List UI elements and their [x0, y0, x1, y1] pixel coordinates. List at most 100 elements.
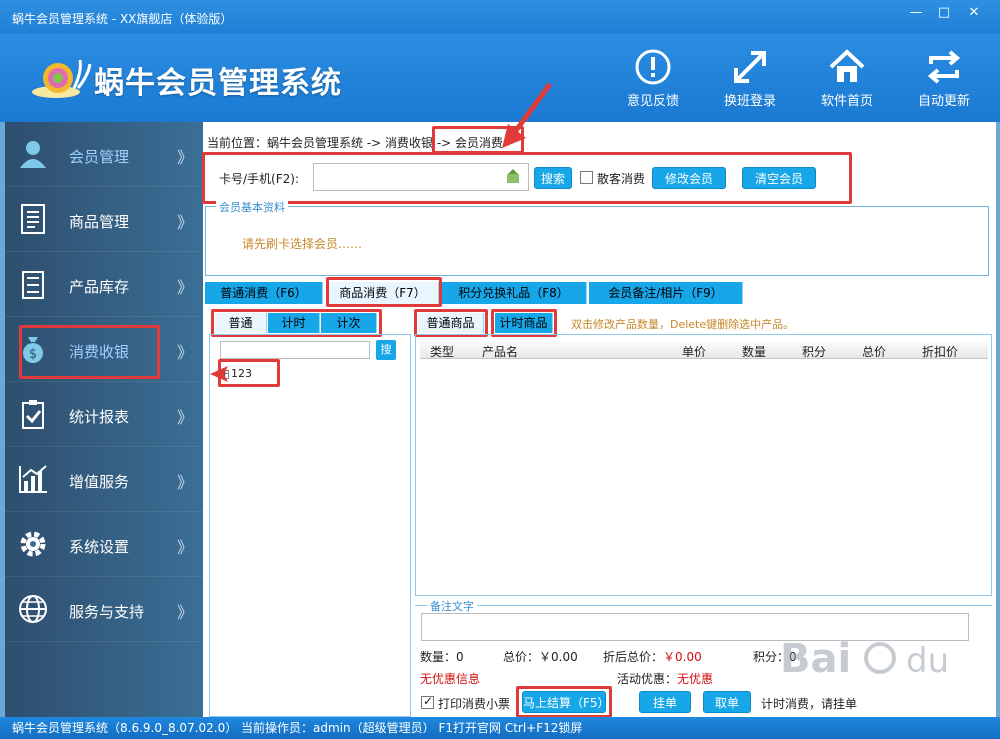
sidebar-item-checkout[interactable]: $ 消费收银 》	[5, 317, 203, 382]
print-receipt-checkbox[interactable]	[421, 694, 434, 709]
sidebar-item-settings[interactable]: 系统设置 》	[5, 512, 203, 577]
auto-update-label: 自动更新	[917, 94, 970, 109]
sidebar-item-label: 系统设置	[69, 538, 130, 556]
clear-member-button[interactable]: 清空会员	[742, 167, 816, 189]
sidebar-item-label: 消费收银	[69, 343, 130, 361]
home-label: 软件首页	[820, 94, 873, 109]
title-bar: 蜗牛会员管理系统 - XX旗舰店（体验版） — □ ✕	[0, 0, 1000, 34]
card-phone-input[interactable]	[313, 163, 529, 191]
member-info-panel: 会员基本资料 请先刷卡选择会员……	[205, 199, 989, 276]
sidebar-item-goods[interactable]: 商品管理 》	[5, 187, 203, 252]
subtab-count[interactable]: 计次	[321, 313, 377, 333]
refresh-icon	[927, 50, 961, 84]
subtab-timed-goods[interactable]: 计时商品	[495, 313, 553, 333]
column-header[interactable]: 积分	[802, 343, 826, 360]
remark-legend: 备注文字	[427, 598, 477, 614]
column-header[interactable]: 总价	[862, 343, 886, 360]
chevron-right-icon: 》	[177, 343, 194, 362]
tab-goods-consume[interactable]: 商品消费（F7）	[327, 282, 439, 304]
clipboard-icon	[22, 400, 44, 429]
checkout-button[interactable]: 马上结算（F5）	[522, 691, 610, 713]
column-header[interactable]: 类型	[430, 343, 454, 360]
sidebar-item-inventory[interactable]: 产品库存 》	[5, 252, 203, 317]
app-window: 蜗牛会员管理系统 - XX旗舰店（体验版） — □ ✕ 蜗牛会员管理系统 意见反…	[0, 0, 1000, 739]
search-button[interactable]: 搜索	[534, 167, 572, 189]
watermark-logo-icon: Bai du	[780, 636, 949, 682]
grid-header: 类型 产品名 单价 数量 积分 总价 折扣价	[420, 341, 988, 359]
info-icon	[635, 49, 671, 85]
tab-points-exchange[interactable]: 积分兑换礼品（F8）	[441, 282, 587, 304]
walkin-checkbox[interactable]	[580, 171, 593, 184]
close-button[interactable]: ✕	[964, 6, 984, 22]
sidebar-item-support[interactable]: 服务与支持 》	[5, 577, 203, 642]
subtab-normal[interactable]: 普通	[215, 313, 267, 333]
column-header[interactable]: 产品名	[482, 343, 518, 360]
snail-logo-icon	[32, 59, 92, 98]
gear-icon	[20, 531, 46, 557]
column-header[interactable]: 数量	[742, 343, 766, 360]
tab-member-remark[interactable]: 会员备注/相片（F9）	[589, 282, 743, 304]
globe-icon	[19, 595, 47, 623]
activity-label: 活动优惠：	[617, 672, 678, 686]
column-header[interactable]: 折扣价	[922, 343, 958, 360]
feedback-label: 意见反馈	[626, 94, 679, 109]
home-button[interactable]: 软件首页	[812, 48, 882, 109]
tab-normal-consume[interactable]: 普通消费（F6）	[205, 282, 323, 304]
sidebar: 会员管理 》 商品管理 》 产品库存 》 $ 消费收银 》 统计报表 》 增值服…	[5, 122, 203, 717]
member-hint: 请先刷卡选择会员……	[242, 237, 363, 251]
grid-hint: 双击修改产品数量，Delete键删除选中产品。	[571, 318, 795, 331]
status-text: 蜗牛会员管理系统（8.6.9.0_8.07.02.0） 当前操作员：admin（…	[12, 721, 583, 735]
svg-text:Bai: Bai	[780, 636, 851, 682]
take-order-button[interactable]: 取单	[703, 691, 751, 713]
app-logo-text: 蜗牛会员管理系统	[94, 66, 342, 101]
expand-arrows-icon	[734, 51, 766, 83]
chart-icon	[19, 465, 47, 493]
card-phone-label: 卡号/手机(F2):	[219, 172, 299, 186]
auto-update-button[interactable]: 自动更新	[909, 48, 979, 109]
money-bag-icon: $	[23, 337, 43, 363]
sidebar-item-value-added[interactable]: 增值服务 》	[5, 447, 203, 512]
sidebar-item-label: 会员管理	[69, 148, 130, 166]
total-stat: 总价：￥0.00	[503, 650, 578, 664]
shift-login-button[interactable]: 换班登录	[715, 48, 785, 109]
walkin-label: 散客消费	[597, 172, 646, 186]
feedback-button[interactable]: 意见反馈	[618, 48, 688, 109]
sidebar-item-reports[interactable]: 统计报表 》	[5, 382, 203, 447]
edit-member-button[interactable]: 修改会员	[652, 167, 726, 189]
discount-total-stat: 折后总价：￥0.00	[603, 648, 702, 665]
print-receipt-label: 打印消费小票	[438, 697, 511, 711]
activity-stat: 活动优惠：无优惠	[617, 670, 713, 687]
breadcrumb: 当前位置：蜗牛会员管理系统 -> 消费收银 -> 会员消费	[207, 136, 504, 150]
no-discount-info: 无优惠信息	[420, 672, 481, 686]
svg-text:du: du	[906, 641, 949, 681]
chevron-right-icon: 》	[177, 213, 194, 232]
svg-text:$: $	[29, 347, 37, 362]
window-title: 蜗牛会员管理系统 - XX旗舰店（体验版）	[12, 12, 233, 26]
maximize-button[interactable]: □	[934, 6, 954, 22]
hang-order-button[interactable]: 挂单	[639, 691, 691, 713]
product-grid: 类型 产品名 单价 数量 积分 总价 折扣价	[415, 334, 992, 596]
chevron-right-icon: 》	[177, 278, 194, 297]
category-search-input[interactable]	[220, 341, 370, 359]
cabinet-icon	[22, 271, 44, 299]
remark-divider	[415, 605, 992, 606]
member-icon	[20, 141, 46, 168]
add-member-icon[interactable]	[505, 168, 521, 184]
chevron-right-icon: 》	[177, 408, 194, 427]
sidebar-item-member[interactable]: 会员管理 》	[5, 122, 203, 187]
discount-total-label: 折后总价：	[603, 650, 664, 664]
subtab-normal-goods[interactable]: 普通商品	[418, 313, 484, 333]
member-info-legend: 会员基本资料	[216, 199, 288, 215]
sidebar-item-label: 统计报表	[69, 408, 130, 426]
sidebar-item-label: 产品库存	[69, 278, 130, 296]
chevron-right-icon: 》	[177, 473, 194, 492]
consumption-tabs: 普通消费（F6） 商品消费（F7） 积分兑换礼品（F8） 会员备注/相片（F9）	[205, 277, 745, 307]
minimize-button[interactable]: —	[906, 6, 926, 22]
tree-node-label: 123	[231, 367, 252, 380]
discount-total-value: ￥0.00	[663, 650, 702, 664]
subtab-timed[interactable]: 计时	[268, 313, 320, 333]
document-icon	[21, 204, 45, 234]
category-tree-panel: 搜 +123	[209, 334, 411, 717]
column-header[interactable]: 单价	[682, 343, 706, 360]
category-search-button[interactable]: 搜	[376, 340, 396, 360]
